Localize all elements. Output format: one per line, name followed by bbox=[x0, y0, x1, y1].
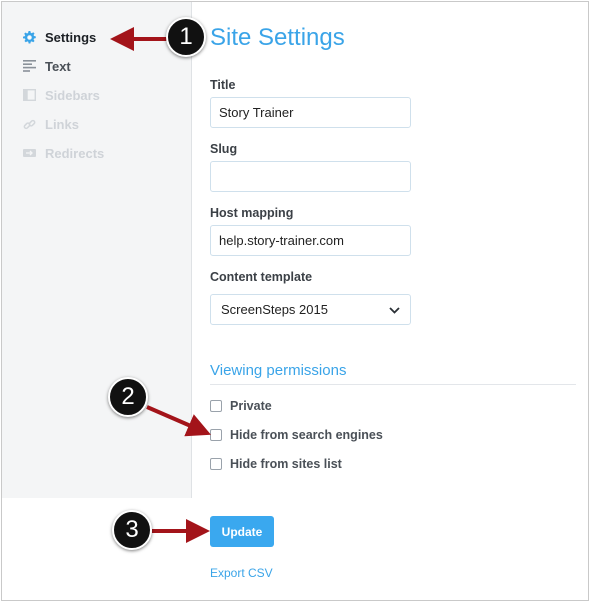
callout-badge-3: 3 bbox=[112, 510, 152, 550]
callout-badge-2: 2 bbox=[108, 377, 148, 417]
callout-badge-1: 1 bbox=[166, 17, 206, 57]
callout-arrow-2 bbox=[146, 405, 212, 437]
app-window: Settings Text Sidebars Links Redirects S… bbox=[1, 1, 589, 601]
callout-arrows bbox=[110, 27, 212, 543]
